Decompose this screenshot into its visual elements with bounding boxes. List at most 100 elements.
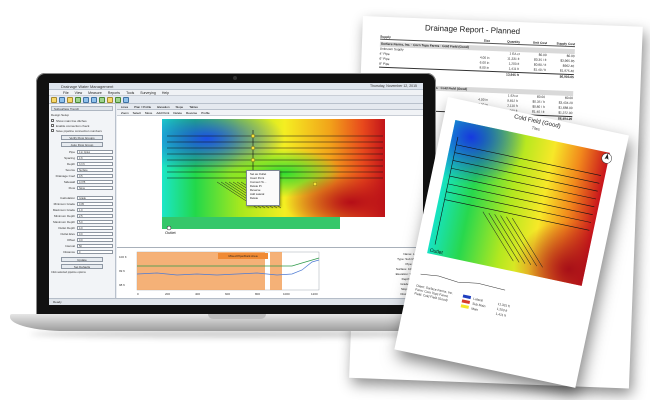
option-label: Save pipeline connection numbers: [56, 128, 102, 133]
option-row[interactable]: Save pipeline connection numbers: [51, 128, 113, 133]
update-button[interactable]: Update: [61, 257, 103, 262]
laptop-screen: Drainage Water Management Thursday, Nove…: [49, 83, 423, 305]
y-tick: 98 ft: [119, 283, 125, 287]
field-input[interactable]: Surface: [77, 168, 113, 172]
client-info: Client: Surface Farms, Inc. Farm: Corn T…: [413, 284, 453, 307]
field-input[interactable]: 0.0: [77, 232, 113, 236]
checkbox[interactable]: [51, 119, 54, 122]
measure-icon[interactable]: [107, 97, 113, 103]
x-tick: 800: [255, 292, 260, 296]
laptop-shadow: [30, 330, 444, 338]
field-label: Maximum Depth: [53, 220, 75, 224]
outlet-label: Outlet: [165, 230, 177, 235]
profile-view[interactable]: 100 ft 99 ft 98 ft 0 200 400 600 800 100…: [117, 247, 423, 305]
x-tick: 1000: [283, 292, 290, 296]
menu-measure[interactable]: Measure: [88, 90, 102, 95]
auto-flow-group-button[interactable]: Auto Flow Group: [61, 142, 103, 147]
option-label: Enable connection check: [56, 123, 90, 128]
map-icon[interactable]: [115, 97, 121, 103]
webcam-icon: [233, 76, 237, 80]
laptop-notch: [208, 314, 266, 319]
profile-x-ticks: 0 200 400 600 800 1000 1200: [137, 292, 318, 296]
zoom-in-icon[interactable]: [83, 97, 89, 103]
field-label: Minimum Depth: [53, 214, 75, 218]
sidebar-tab[interactable]: Subsurface Trench: [51, 106, 113, 111]
x-tick: 1200: [311, 292, 318, 296]
status-bar: Ready: [49, 298, 423, 305]
report-cell: $1.40 / ft: [533, 67, 547, 73]
window-title: Drainage Water Management: [61, 84, 114, 89]
legend-swatch: [460, 304, 469, 309]
checkbox[interactable]: [51, 129, 54, 132]
tab-slope[interactable]: Slope: [176, 104, 184, 109]
tool-zoom[interactable]: Zoom: [121, 110, 129, 115]
zoom-out-icon[interactable]: [91, 97, 97, 103]
field-input[interactable]: 2.5: [77, 214, 113, 218]
field-row: Distance 0: [51, 249, 113, 255]
field-input[interactable]: 0.05: [77, 202, 113, 206]
pipe-legend: Lateral 11,331 ft Sub Main 1,203 ft Main 1,41…: [460, 293, 510, 318]
menu-view[interactable]: View: [75, 90, 83, 95]
report-cell: 8.00 in: [479, 65, 490, 70]
window-titlebar: Drainage Water Management Thursday, Nove…: [49, 83, 423, 90]
verify-flow-groups-button[interactable]: Verify Flow Groups: [61, 135, 103, 140]
field-input[interactable]: 0.375: [77, 180, 113, 184]
report-col-supply: Supply: [380, 34, 391, 40]
menu-help[interactable]: Help: [162, 90, 169, 95]
tab-elevation[interactable]: Elevation: [157, 104, 169, 109]
field-input[interactable]: 4.0: [77, 226, 113, 230]
x-tick: 0: [137, 292, 139, 296]
field-label: Offset: [67, 238, 75, 242]
set-defaults-button[interactable]: Set Defaults: [61, 264, 103, 269]
y-tick: 100 ft: [119, 255, 127, 259]
menu-file[interactable]: File: [63, 90, 69, 95]
field-input[interactable]: 4 ft: [77, 156, 113, 160]
field-input[interactable]: 0.5: [77, 174, 113, 178]
pan-icon[interactable]: [99, 97, 105, 103]
menu-tools[interactable]: Tools: [126, 90, 134, 95]
layer-icon[interactable]: [75, 97, 81, 103]
field-input[interactable]: 5.0: [77, 220, 113, 224]
option-label: Show main line ditches: [56, 118, 87, 123]
field-input[interactable]: 1.0: [77, 208, 113, 212]
context-item[interactable]: Delete: [247, 196, 279, 200]
report-col-size: Size: [483, 38, 491, 43]
field-input[interactable]: 4 in Cplex: [77, 150, 113, 154]
save-icon[interactable]: [59, 97, 65, 103]
tool-reverse[interactable]: Reverse: [186, 110, 197, 115]
report-col-supply-cost: Supply Cost: [556, 41, 576, 47]
field-input[interactable]: Grade: [77, 196, 113, 200]
tool-delete[interactable]: Delete: [173, 110, 182, 115]
field-label: Sidewall: [63, 180, 75, 184]
field-label: Outlet Depth: [58, 226, 75, 230]
field-input[interactable]: 50: [77, 244, 113, 248]
field-input[interactable]: 3.3 ft: [77, 162, 113, 166]
tab-tables[interactable]: Tables: [189, 104, 198, 109]
menu-surveying[interactable]: Surveying: [140, 90, 156, 95]
profile-note: Mixed Pipe/Dark Area: [218, 253, 268, 259]
elevation-map-panel[interactable]: Elevation 99.37 ft Outlet Set as Outlet …: [117, 116, 423, 246]
field-input[interactable]: None: [77, 186, 113, 190]
tool-move[interactable]: Move: [145, 110, 152, 115]
tool-profile[interactable]: Profile: [201, 110, 210, 115]
window-date: Thursday, November 12, 2015: [369, 84, 417, 88]
field-label: Source: [65, 168, 75, 172]
heatmap-lower-strip: [162, 217, 340, 229]
tab-plan-profile[interactable]: Plan / Profile: [134, 104, 151, 109]
field-label: Distance: [63, 250, 75, 254]
tool-add-point[interactable]: Add Point: [156, 110, 169, 115]
report-icon[interactable]: [123, 97, 129, 103]
tab-lines[interactable]: Lines: [121, 104, 128, 109]
open-folder-icon[interactable]: [51, 97, 57, 103]
report-col-quantity: Quantity: [507, 39, 521, 45]
legend-value: 1,411 ft: [495, 311, 507, 318]
x-tick: 600: [225, 292, 230, 296]
field-input[interactable]: 0.0: [77, 238, 113, 242]
field-input[interactable]: 0: [77, 250, 113, 254]
checkbox[interactable]: [51, 124, 54, 127]
outlet-icon[interactable]: [166, 225, 172, 231]
print-icon[interactable]: [67, 97, 73, 103]
tool-select[interactable]: Select: [133, 110, 141, 115]
profile-band-right: [270, 252, 282, 290]
menu-reports[interactable]: Reports: [108, 90, 120, 95]
